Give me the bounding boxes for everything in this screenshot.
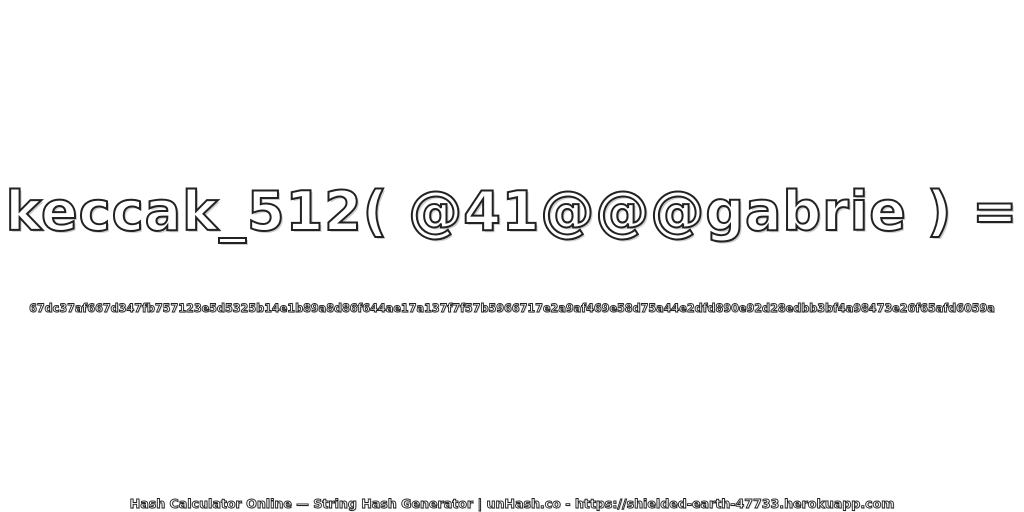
hash-digest-value: 67dc37af667d347fb757123e5d5325b14e1b89a8… bbox=[29, 302, 996, 316]
hash-expression-heading: keccak_512( @41@@@gabrie ) = bbox=[5, 179, 1019, 244]
site-footer-caption: Hash Calculator Online — String Hash Gen… bbox=[129, 496, 895, 512]
